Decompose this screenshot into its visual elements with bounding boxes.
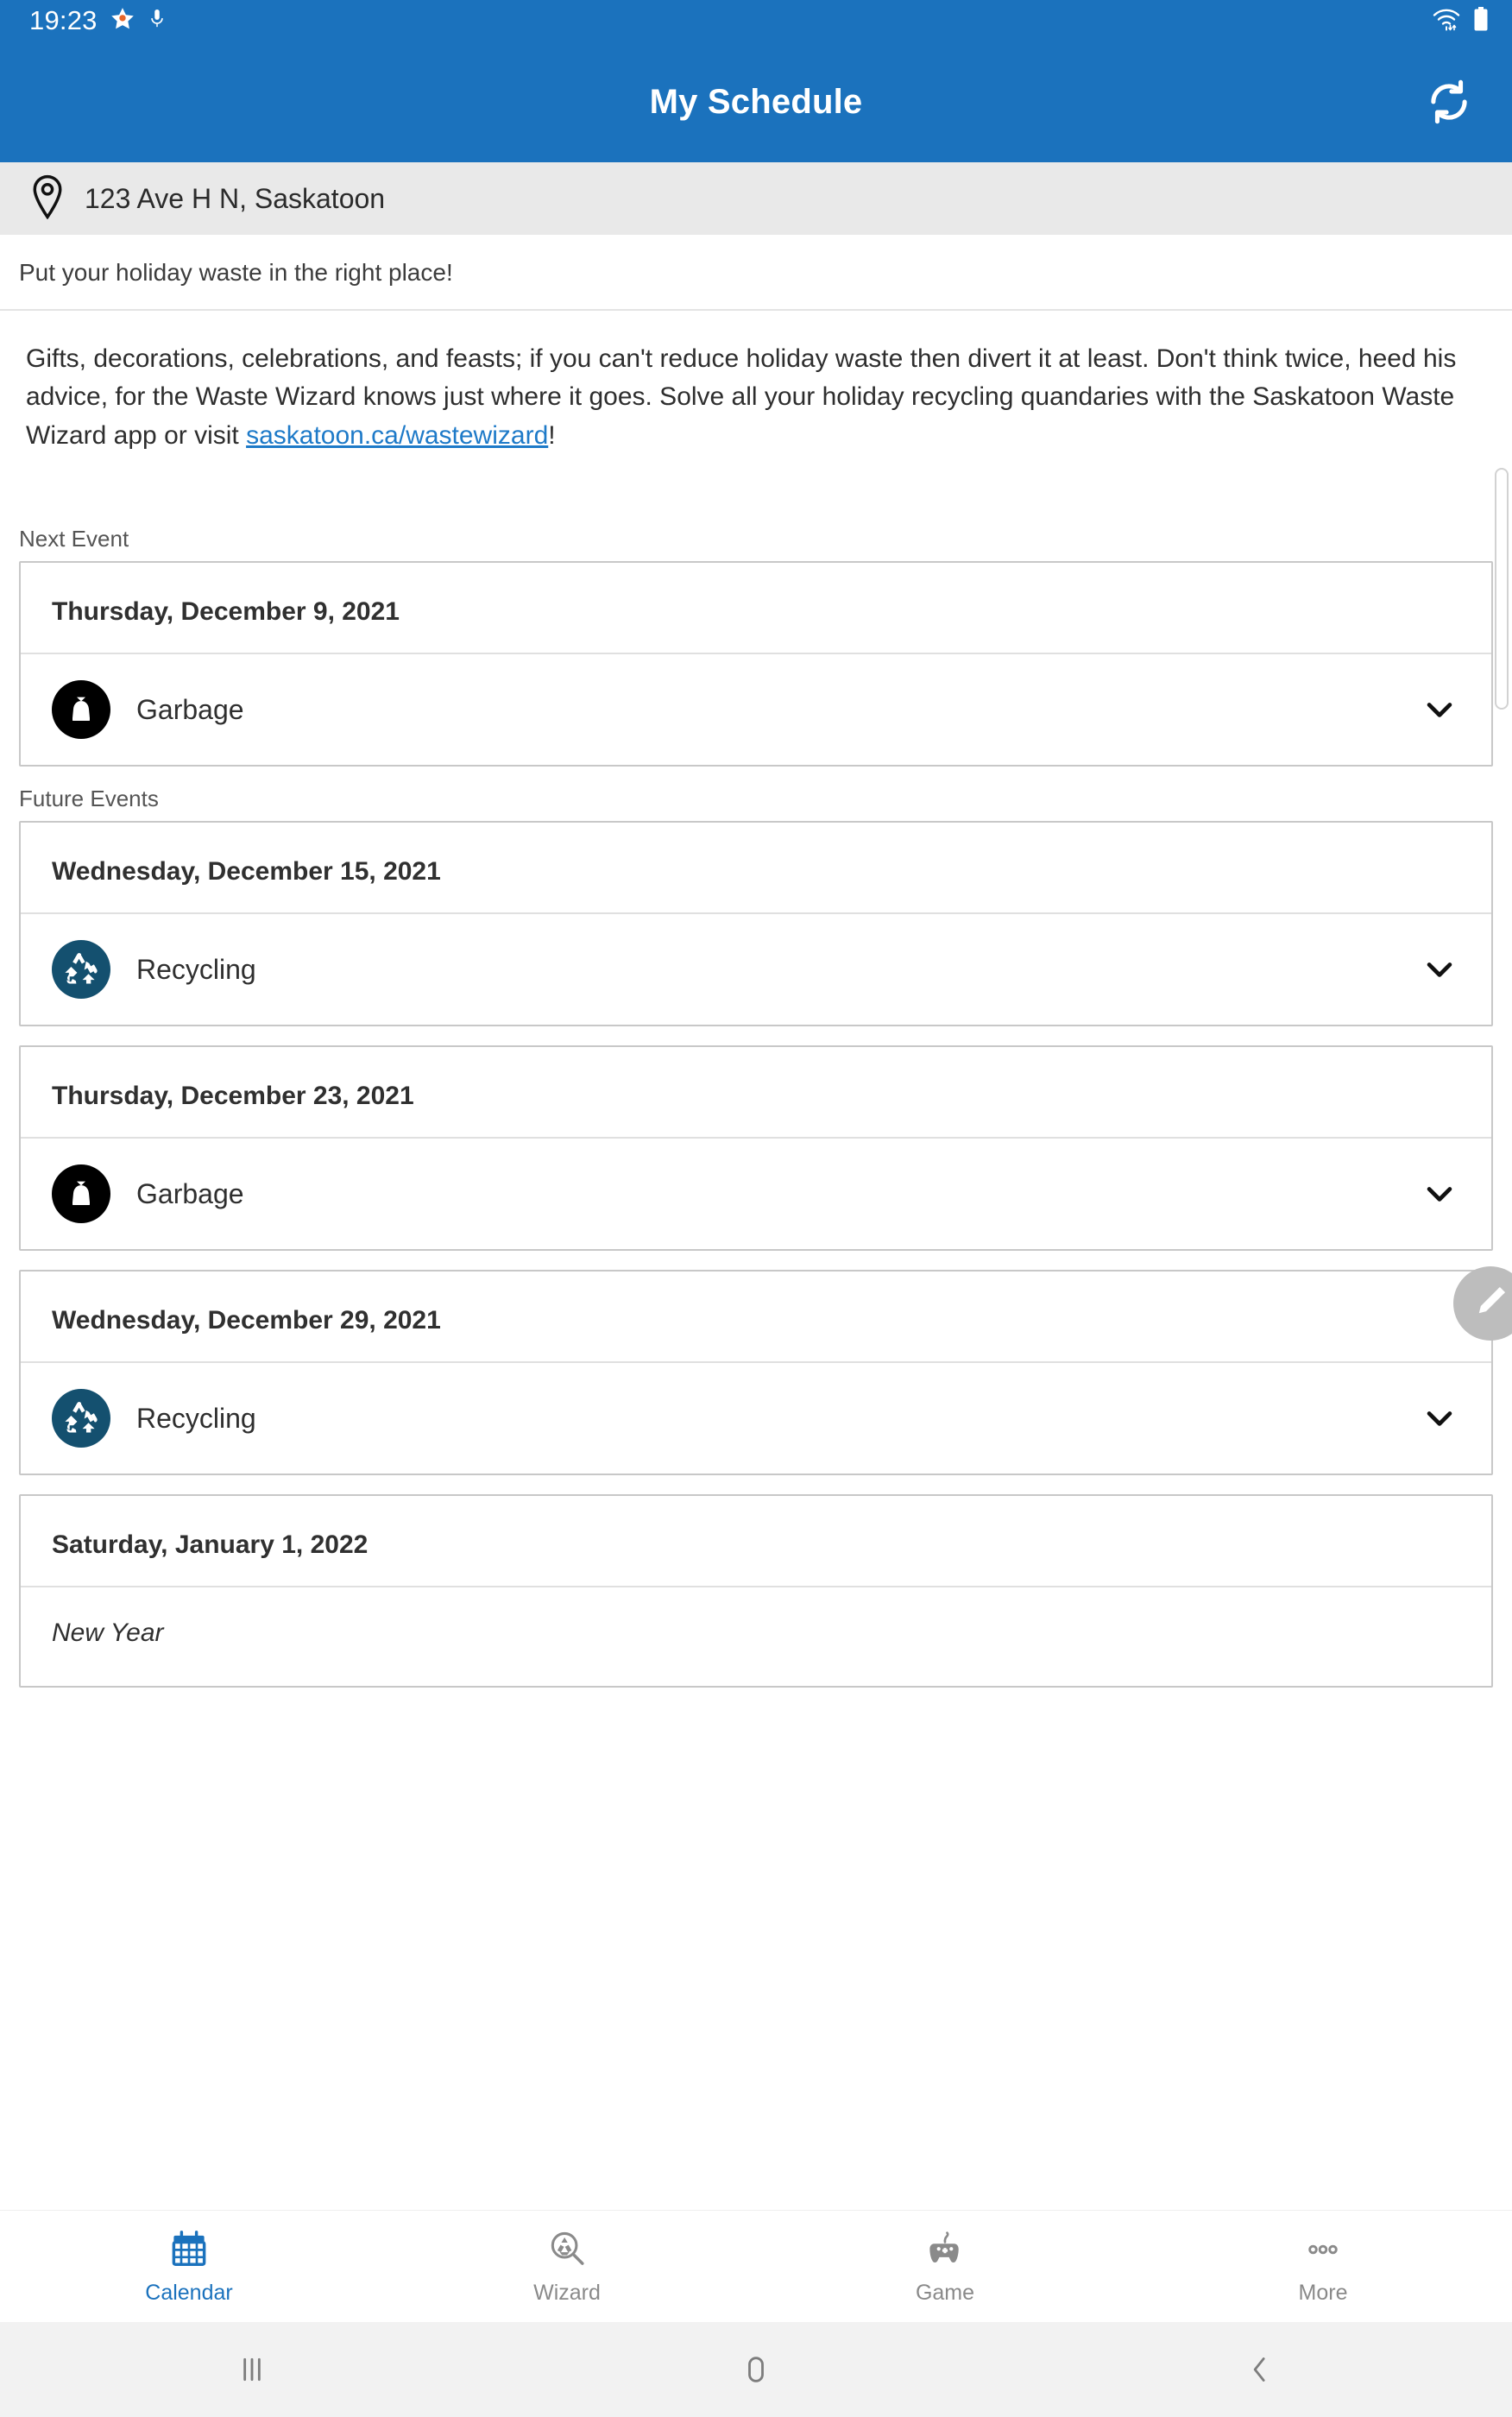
event-type-label: Recycling <box>136 953 256 985</box>
event-date: Thursday, December 23, 2021 <box>21 1047 1491 1139</box>
event-row[interactable]: Recycling <box>21 1363 1491 1474</box>
next-event-card[interactable]: Thursday, December 9, 2021 Garbage <box>19 561 1493 767</box>
recents-icon[interactable] <box>0 2352 504 2387</box>
bottom-tab-bar: Calendar Wizard Game More <box>0 2210 1512 2322</box>
future-events-label: Future Events <box>19 786 159 812</box>
tab-more[interactable]: More <box>1134 2227 1512 2306</box>
event-row[interactable]: Garbage <box>21 654 1491 765</box>
address-bar[interactable]: 123 Ave H N, Saskatoon <box>0 162 1512 235</box>
waste-wizard-link[interactable]: saskatoon.ca/wastewizard <box>246 421 548 450</box>
holiday-name: New Year <box>52 1619 164 1648</box>
status-bar-right <box>1432 6 1490 36</box>
event-row[interactable]: Recycling <box>21 914 1491 1025</box>
schedule-scroll-area[interactable]: Put your holiday waste in the right plac… <box>0 235 1512 2210</box>
recycling-icon <box>52 940 110 1000</box>
event-type-label: Recycling <box>136 1402 256 1434</box>
event-row[interactable]: Garbage <box>21 1139 1491 1249</box>
holiday-event-card[interactable]: Saturday, January 1, 2022 New Year <box>19 1494 1493 1688</box>
notice-body-suffix: ! <box>548 420 556 450</box>
status-bar-left: 19:23 <box>29 5 167 36</box>
tab-wizard[interactable]: Wizard <box>378 2227 756 2306</box>
vertical-scrollbar[interactable] <box>1495 468 1509 710</box>
back-icon[interactable] <box>1008 2352 1512 2387</box>
chevron-down-icon[interactable] <box>1415 1394 1464 1442</box>
battery-icon <box>1472 6 1490 36</box>
pencil-edit-icon <box>1471 1282 1510 1326</box>
tab-game[interactable]: Game <box>756 2227 1134 2306</box>
future-event-card[interactable]: Wednesday, December 15, 2021 Recycling <box>19 821 1493 1027</box>
tab-label: Calendar <box>145 2281 233 2305</box>
event-date: Thursday, December 9, 2021 <box>21 563 1491 655</box>
tab-calendar[interactable]: Calendar <box>0 2227 378 2306</box>
notice-body: Gifts, decorations, celebrations, and fe… <box>0 311 1512 464</box>
wifi-icon <box>1432 7 1461 35</box>
event-date: Wednesday, December 29, 2021 <box>21 1272 1491 1364</box>
future-event-card[interactable]: Thursday, December 23, 2021 Garbage <box>19 1045 1493 1252</box>
recycling-icon <box>52 1389 110 1448</box>
status-clock: 19:23 <box>29 5 98 35</box>
location-pin-icon <box>29 174 66 224</box>
event-date: Saturday, January 1, 2022 <box>21 1496 1491 1588</box>
notice-headline: Put your holiday waste in the right plac… <box>0 235 1512 311</box>
gamepad-icon <box>923 2227 967 2272</box>
event-date: Wednesday, December 15, 2021 <box>21 823 1491 915</box>
garbage-bag-icon <box>52 680 110 740</box>
home-icon[interactable] <box>504 2352 1008 2387</box>
calendar-icon <box>167 2227 211 2272</box>
address-text: 123 Ave H N, Saskatoon <box>85 182 386 214</box>
magnifier-recycle-icon <box>545 2227 589 2272</box>
more-dots-icon <box>1301 2227 1345 2272</box>
tab-label: More <box>1298 2281 1348 2305</box>
refresh-icon[interactable] <box>1421 73 1477 130</box>
event-type-label: Garbage <box>136 1177 244 1209</box>
chevron-down-icon[interactable] <box>1415 945 1464 994</box>
status-bar: 19:23 <box>0 0 1512 41</box>
app-bar: My Schedule <box>0 41 1512 162</box>
next-event-label: Next Event <box>19 526 129 552</box>
notice-body-text: Gifts, decorations, celebrations, and fe… <box>26 344 1457 450</box>
chevron-down-icon[interactable] <box>1415 685 1464 734</box>
future-event-card[interactable]: Wednesday, December 29, 2021 Recycling <box>19 1270 1493 1476</box>
app-window: 19:23 My Schedule 123 Ave H N, Saskatoon… <box>0 0 1512 2417</box>
chevron-down-icon[interactable] <box>1415 1170 1464 1218</box>
android-navigation-bar <box>0 2322 1512 2417</box>
event-type-label: Garbage <box>136 693 244 725</box>
star-icon <box>110 7 134 35</box>
tab-label: Game <box>915 2281 975 2305</box>
microphone-icon <box>148 8 167 35</box>
page-title: My Schedule <box>649 82 863 121</box>
tab-label: Wizard <box>533 2281 601 2305</box>
garbage-bag-icon <box>52 1164 110 1224</box>
